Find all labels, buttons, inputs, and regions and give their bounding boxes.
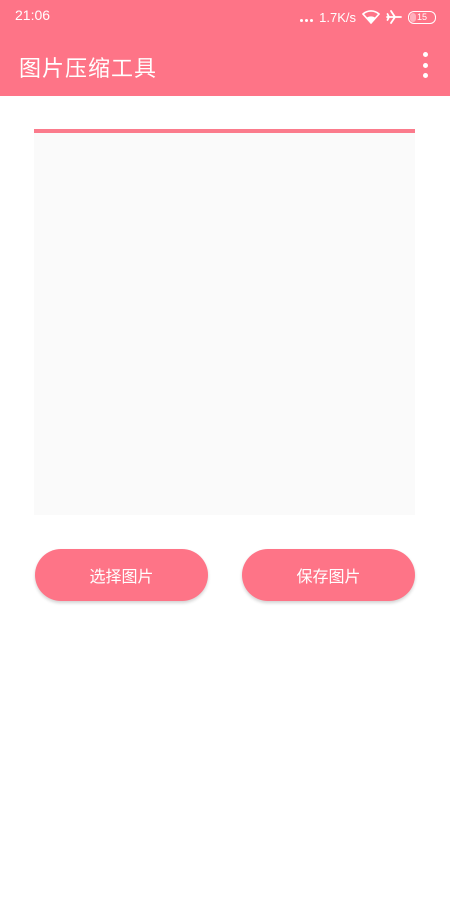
image-preview-container	[34, 129, 415, 515]
battery-icon: 15	[408, 10, 436, 24]
app-title: 图片压缩工具	[19, 57, 158, 82]
save-image-button[interactable]: 保存图片	[242, 549, 415, 601]
image-preview	[34, 133, 415, 515]
airplane-icon	[386, 10, 402, 24]
network-speed: 1.7K/s	[319, 9, 356, 25]
status-time: 21:06	[15, 7, 51, 23]
app-bar: 图片压缩工具	[0, 34, 450, 96]
signal-dots-icon	[300, 18, 314, 22]
status-indicators: 1.7K/s 15	[300, 7, 436, 27]
select-image-button[interactable]: 选择图片	[35, 549, 208, 601]
more-vert-icon[interactable]	[414, 52, 436, 78]
status-bar: 21:06 1.7K/s 15	[0, 0, 450, 34]
wifi-icon	[362, 10, 380, 24]
battery-level: 15	[416, 11, 427, 22]
